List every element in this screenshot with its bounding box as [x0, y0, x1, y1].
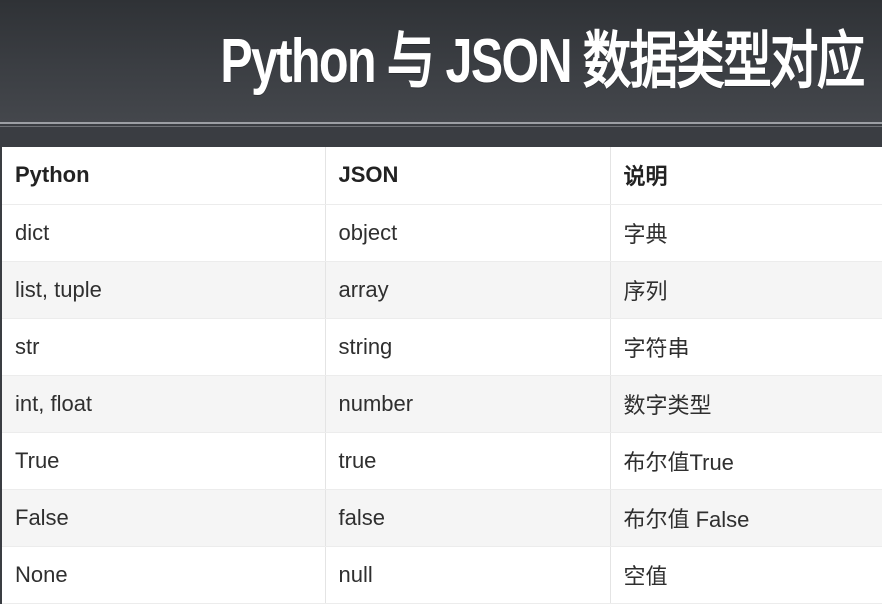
- description-cell: 序列: [610, 261, 882, 319]
- json-type-cell: number: [325, 375, 611, 433]
- python-type-cell: str: [2, 318, 326, 376]
- table-row: True true 布尔值True: [2, 432, 882, 490]
- table-row: int, float number 数字类型: [2, 375, 882, 433]
- json-type-cell: array: [325, 261, 611, 319]
- description-cell: 字符串: [610, 318, 882, 376]
- description-cell: 数字类型: [610, 375, 882, 433]
- json-type-cell: false: [325, 489, 611, 547]
- table-row: None null 空值: [2, 546, 882, 604]
- table-header-row: Python JSON 说明: [2, 147, 882, 205]
- json-type-cell: string: [325, 318, 611, 376]
- column-header-python: Python: [2, 147, 326, 205]
- column-header-description: 说明: [610, 147, 882, 205]
- python-type-cell: int, float: [2, 375, 326, 433]
- json-type-cell: object: [325, 204, 611, 262]
- table-row: dict object 字典: [2, 204, 882, 262]
- table-row: False false 布尔值 False: [2, 489, 882, 547]
- slide-header: Python 与 JSON 数据类型对应: [0, 0, 882, 122]
- python-type-cell: list, tuple: [2, 261, 326, 319]
- python-type-cell: True: [2, 432, 326, 490]
- column-header-json: JSON: [325, 147, 611, 205]
- table-row: list, tuple array 序列: [2, 261, 882, 319]
- description-cell: 字典: [610, 204, 882, 262]
- json-type-cell: true: [325, 432, 611, 490]
- description-cell: 布尔值 False: [610, 489, 882, 547]
- description-cell: 空值: [610, 546, 882, 604]
- type-mapping-table-container: Python JSON 说明 dict object 字典 list, tupl…: [2, 147, 882, 604]
- type-mapping-table: Python JSON 说明 dict object 字典 list, tupl…: [2, 147, 882, 604]
- description-cell: 布尔值True: [610, 432, 882, 490]
- header-band: [0, 127, 882, 147]
- header-divider: [0, 122, 882, 124]
- json-type-cell: null: [325, 546, 611, 604]
- python-type-cell: None: [2, 546, 326, 604]
- python-type-cell: dict: [2, 204, 326, 262]
- slide-title: Python 与 JSON 数据类型对应: [220, 27, 866, 96]
- python-type-cell: False: [2, 489, 326, 547]
- table-row: str string 字符串: [2, 318, 882, 376]
